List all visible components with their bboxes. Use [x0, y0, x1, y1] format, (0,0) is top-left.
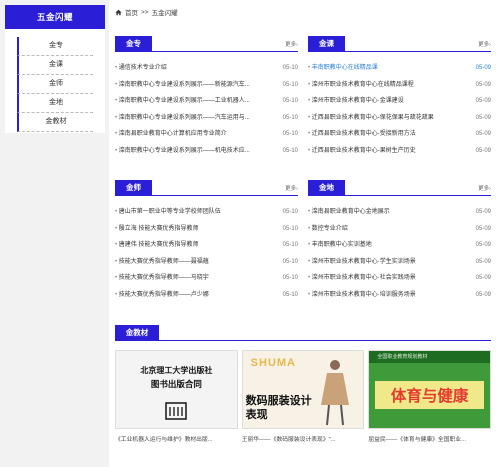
panel-title[interactable]: 金教材 [115, 325, 159, 341]
panel-jinke: 金课 更多› 丰南职教中心在线精品课05-09 滦州市职业技术教育中心在线精品课… [308, 36, 491, 159]
news-item[interactable]: 数控专业介绍05-09 [308, 221, 491, 238]
news-item[interactable]: 滦州市职业技术教育中心在线精品课程05-09 [308, 77, 491, 94]
book-cover: SHUMA 数码服装设计表现 [241, 350, 365, 429]
fashion-figure-icon [321, 360, 350, 426]
panel-jindi: 金地 更多› 滦南县职业教育中心金地展示05-09 数控专业介绍05-09 丰南… [308, 180, 491, 303]
book-caption: 王丽华——《数码服装设计表现》"... [241, 437, 336, 443]
news-item[interactable]: 唐山市第一职业中等专业学校师团队伍05-10 [115, 204, 298, 221]
panel-jinjiaocai: 金教材 北京理工大学出版社 图书出版合同 《工业机器人运行与维护》教材出版...… [115, 325, 492, 443]
news-item[interactable]: 丰南职教中心在线精品课05-09 [308, 60, 491, 77]
news-item[interactable]: 滦州市职业技术教育中心·社会实践场景05-09 [308, 270, 491, 287]
news-item[interactable]: 滦南职教中心专业建设系列展示——机电技术应...05-10 [115, 143, 298, 160]
more-link[interactable]: 更多› [478, 40, 491, 48]
cover-title: 图书出版合同 [150, 379, 202, 389]
panel-jinshi: 金师 更多› 唐山市第一职业中等专业学校师团队伍05-10 殷立海 技能大赛优秀… [115, 180, 298, 303]
panel-header: 金师 更多› [115, 180, 298, 196]
panel-title[interactable]: 金专 [115, 36, 152, 52]
news-list: 滦南县职业教育中心金地展示05-09 数控专业介绍05-09 丰南职教中心实训基… [308, 204, 491, 303]
news-item[interactable]: 迁西县职业技术教育中心-受接新用方法05-09 [308, 126, 491, 143]
sidebar-item-jindi[interactable]: 金地 [17, 94, 93, 113]
more-link[interactable]: 更多› [285, 40, 298, 48]
main-content: 首页 >> 五金闪耀 金专 更多› 通信技术专业介绍05-10 滦南职教中心专业… [109, 0, 500, 467]
news-item[interactable]: 滦南职教中心专业建设系列展示——新能源汽车...05-10 [115, 77, 298, 94]
news-item[interactable]: 技能大赛优秀指导教师——马晓宇05-10 [115, 270, 298, 287]
book-card[interactable]: 全国职业教育规划教材 体育与健康 屈益民——《体育与健康》全国职业... [368, 350, 492, 443]
news-item[interactable]: 丰南职教中心实训基地05-09 [308, 237, 491, 254]
cover-title: 体育与健康 [375, 381, 485, 409]
book-caption: 屈益民——《体育与健康》全国职业... [368, 437, 466, 443]
panel-header: 金专 更多› [115, 36, 298, 52]
book-caption: 《工业机器人运行与维护》教材出版... [115, 437, 213, 443]
news-item[interactable]: 殷立海 技能大赛优秀指导教师05-10 [115, 221, 298, 238]
news-item[interactable]: 技能大赛优秀指导教师——卢少娜05-10 [115, 287, 298, 304]
news-item[interactable]: 滦州市职业技术教育中心·学生实训场景05-09 [308, 254, 491, 271]
book-card[interactable]: 北京理工大学出版社 图书出版合同 《工业机器人运行与维护》教材出版... [115, 350, 238, 443]
more-link[interactable]: 更多› [478, 184, 491, 192]
panel-header: 金课 更多› [308, 36, 491, 52]
book-logo-icon [165, 402, 188, 420]
sidebar-menu: 金专 金课 金师 金地 金教材 [5, 29, 105, 132]
breadcrumb-separator: >> [141, 8, 149, 16]
sidebar-title: 五金闪耀 [5, 5, 105, 29]
panel-jinzhuan: 金专 更多› 通信技术专业介绍05-10 滦南职教中心专业建设系列展示——新能源… [115, 36, 298, 159]
panel-header: 金教材 [115, 325, 491, 341]
more-link[interactable]: 更多› [285, 184, 298, 192]
panel-title[interactable]: 金师 [115, 180, 152, 196]
news-item[interactable]: 迁西县职业技术教育中心-果树生产历史05-09 [308, 143, 491, 160]
cover-publisher: 北京理工大学出版社 [140, 366, 213, 375]
sidebar-item-jinke[interactable]: 金课 [17, 56, 93, 75]
sidebar: 五金闪耀 金专 金课 金师 金地 金教材 [5, 5, 105, 133]
news-list: 唐山市第一职业中等专业学校师团队伍05-10 殷立海 技能大赛优秀指导教师05-… [115, 204, 298, 303]
cover-title: 数码服装设计表现 [245, 395, 312, 421]
book-card[interactable]: SHUMA 数码服装设计表现 王丽华——《数码服装设计表现》"... [241, 350, 365, 443]
news-item[interactable]: 唐建伟 技能大赛优秀指导教师05-10 [115, 237, 298, 254]
news-list: 通信技术专业介绍05-10 滦南职教中心专业建设系列展示——新能源汽车...05… [115, 60, 298, 159]
news-item[interactable]: 技能大赛优秀指导教师——聂福蕴05-10 [115, 254, 298, 271]
news-item[interactable]: 滦州市职业技术教育中心·培训服务场景05-09 [308, 287, 491, 304]
sidebar-item-jinjiaocai[interactable]: 金教材 [17, 113, 93, 132]
breadcrumb: 首页 >> 五金闪耀 [115, 7, 178, 17]
cover-series: 全国职业教育规划教材 [369, 351, 491, 363]
breadcrumb-home[interactable]: 首页 [125, 7, 138, 17]
news-item[interactable]: 滦南职教中心专业建设系列展示——工业机器人...05-10 [115, 93, 298, 110]
news-item[interactable]: 迁西县职业技术教育中心-保花保果与疏花疏果05-09 [308, 110, 491, 127]
news-item[interactable]: 滦南县职业教育中心计算机应用专业简介05-10 [115, 126, 298, 143]
book-grid: 北京理工大学出版社 图书出版合同 《工业机器人运行与维护》教材出版... SHU… [115, 350, 492, 443]
panel-header: 金地 更多› [308, 180, 491, 196]
book-cover: 北京理工大学出版社 图书出版合同 [115, 350, 238, 429]
cover-brand: SHUMA [250, 357, 297, 369]
panel-title[interactable]: 金地 [308, 180, 345, 196]
sidebar-item-jinzhuan[interactable]: 金专 [17, 37, 93, 56]
news-item[interactable]: 通信技术专业介绍05-10 [115, 60, 298, 77]
news-list: 丰南职教中心在线精品课05-09 滦州市职业技术教育中心在线精品课程05-09 … [308, 60, 491, 159]
news-item[interactable]: 滦州市职业技术教育中心·金课建设05-09 [308, 93, 491, 110]
sidebar-item-jinshi[interactable]: 金师 [17, 75, 93, 94]
news-item[interactable]: 滦南县职业教育中心金地展示05-09 [308, 204, 491, 221]
home-icon [115, 9, 122, 15]
book-cover: 全国职业教育规划教材 体育与健康 [368, 350, 492, 429]
panel-title[interactable]: 金课 [308, 36, 345, 52]
breadcrumb-current: 五金闪耀 [151, 10, 178, 17]
news-item[interactable]: 滦南职教中心专业建设系列展示——汽车运用与...05-10 [115, 110, 298, 127]
